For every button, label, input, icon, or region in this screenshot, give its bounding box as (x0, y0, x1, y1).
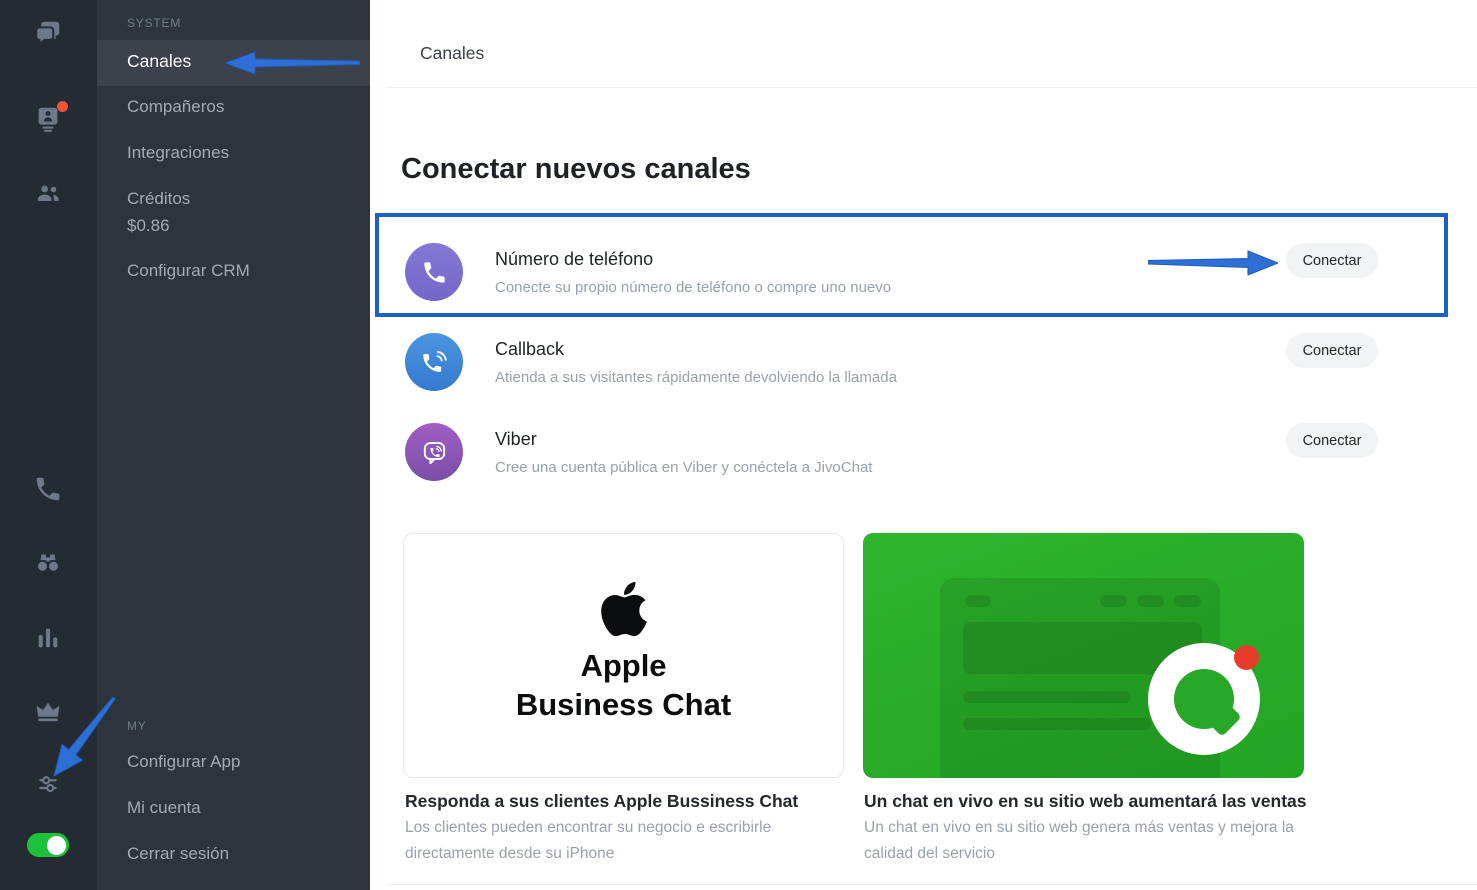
channel-name: Número de teléfono (495, 249, 653, 270)
sidebar-item-mi-cuenta[interactable]: Mi cuenta (127, 798, 201, 818)
icon-rail (0, 0, 97, 890)
section-heading: Conectar nuevos canales (401, 153, 751, 186)
reports-icon[interactable] (33, 623, 63, 653)
sidebar-item-canales[interactable]: Canales (97, 40, 370, 86)
viber-channel-icon (405, 423, 463, 481)
sidebar-item-configurar-app[interactable]: Configurar App (127, 752, 240, 772)
apple-card-caption-text: Los clientes pueden encontrar su negocio… (405, 815, 785, 867)
tracker-icon[interactable] (33, 547, 63, 577)
phone-icon[interactable] (33, 474, 63, 504)
livechat-promo-card[interactable] (863, 533, 1304, 778)
contacts-icon[interactable] (33, 104, 63, 134)
apple-business-chat-card[interactable]: Apple Business Chat (403, 533, 844, 778)
connect-callback-button[interactable]: Conectar (1286, 333, 1378, 368)
jivochat-logo-icon (1148, 643, 1260, 755)
sidebar-item-integraciones[interactable]: Integraciones (127, 143, 229, 163)
apple-logo-icon (598, 578, 650, 640)
channel-description: Atienda a sus visitantes rápidamente dev… (495, 369, 897, 386)
channel-name: Callback (495, 339, 564, 360)
section-label-my: MY (127, 719, 147, 733)
sidebar-item-configurar-crm[interactable]: Configurar CRM (127, 261, 250, 281)
channel-name: Viber (495, 429, 537, 450)
livechat-card-caption-title: Un chat en vivo en su sitio web aumentar… (864, 791, 1307, 812)
team-icon[interactable] (33, 178, 63, 208)
channel-description: Conecte su propio número de teléfono o c… (495, 279, 891, 296)
header-divider (387, 87, 1477, 88)
page-title: Canales (420, 43, 484, 64)
connect-viber-button[interactable]: Conectar (1286, 423, 1378, 458)
channel-description: Cree una cuenta pública en Viber y conéc… (495, 459, 872, 476)
settings-icon[interactable] (33, 769, 63, 799)
sidebar-item-creditos-value[interactable]: $0.86 (127, 216, 170, 236)
connect-phone-button[interactable]: Conectar (1286, 243, 1378, 278)
sidebar-item-companeros[interactable]: Compañeros (127, 97, 224, 117)
apple-card-line1: Apple (580, 646, 666, 685)
online-status-toggle[interactable] (27, 833, 69, 857)
apple-card-line2: Business Chat (516, 685, 731, 724)
settings-menu: SYSTEM Canales Compañeros Integraciones … (97, 0, 370, 890)
sidebar-item-label: Canales (127, 51, 191, 72)
toggle-knob (47, 836, 66, 855)
livechat-card-caption-text: Un chat en vivo en su sitio web genera m… (864, 815, 1304, 867)
chats-icon[interactable] (33, 18, 63, 48)
notification-badge (57, 101, 68, 112)
phone-channel-icon (405, 243, 463, 301)
section-label-system: SYSTEM (127, 16, 181, 30)
sidebar-item-creditos[interactable]: Créditos (127, 189, 190, 209)
upgrade-icon[interactable] (33, 696, 63, 726)
sidebar-item-cerrar-sesion[interactable]: Cerrar sesión (127, 844, 229, 864)
callback-channel-icon (405, 333, 463, 391)
bottom-divider (387, 884, 1477, 885)
apple-card-caption-title: Responda a sus clientes Apple Bussiness … (405, 791, 798, 812)
main-content: Canales Conectar nuevos canales Número d… (370, 0, 1477, 890)
